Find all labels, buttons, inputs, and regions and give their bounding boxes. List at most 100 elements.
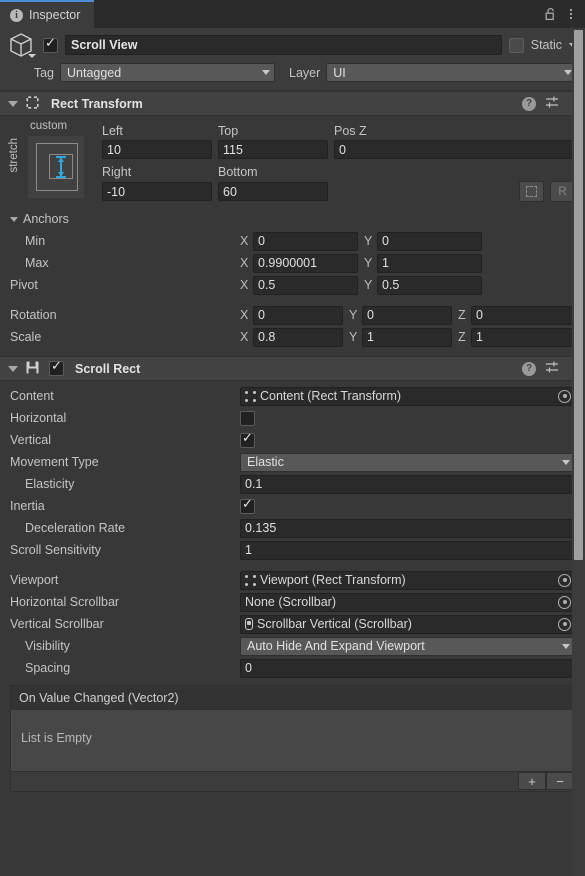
right-input[interactable]: -10 [102,182,212,201]
anchor-preset-widget[interactable]: custom stretch [6,120,102,204]
property-row-visibility: Visibility Auto Hide And Expand Viewport [0,635,585,657]
event-header[interactable]: On Value Changed (Vector2) [11,686,574,709]
axis-x-label: X [240,234,249,248]
rect-transform-title: Rect Transform [51,96,143,111]
inspector-scrollbar-thumb[interactable] [574,30,583,560]
dropdown-visibility[interactable]: Auto Hide And Expand Viewport [240,636,575,656]
add-listener-button[interactable]: + [518,772,546,790]
value-viewport: Viewport (Rect Transform) [260,573,406,587]
property-row-elasticity: Elasticity 0.1 [0,473,585,495]
object-picker-icon[interactable] [558,617,571,631]
preset-settings-icon[interactable] [545,95,560,112]
anchor-max-label: Max [25,256,49,270]
rect-transform-header[interactable]: Rect Transform ? [0,91,585,116]
input-scroll-sensitivity[interactable]: 1 [240,540,575,560]
tag-dropdown[interactable]: Untagged [60,63,275,82]
layer-dropdown[interactable]: UI [326,63,577,82]
foldout-icon[interactable] [8,365,18,372]
axis-z-label: Z [458,330,466,344]
rotation-y-input[interactable]: 0 [362,305,452,325]
axis-y-label: Y [349,330,358,344]
tag-value: Untagged [67,65,122,80]
help-icon[interactable]: ? [522,96,536,111]
object-field-vertical-scrollbar[interactable]: Scrollbar Vertical (Scrollbar) [240,614,575,634]
property-row-spacing: Spacing 0 [0,657,585,679]
tab-inspector[interactable]: i Inspector [0,0,95,28]
event-list[interactable]: List is Empty [11,709,574,771]
pivot-x-input[interactable]: 0.5 [253,275,358,295]
anchor-vertical-label: stretch [8,138,20,173]
inspector-scrollbar[interactable] [572,28,585,876]
object-picker-icon[interactable] [558,595,571,609]
anchor-max-x-input[interactable]: 0.9900001 [253,253,358,273]
anchors-foldout-row[interactable]: Anchors [0,208,585,230]
object-field-horizontal-scrollbar[interactable]: None (Scrollbar) [240,592,575,612]
value-deceleration-rate: 0.135 [245,521,277,535]
object-field-viewport[interactable]: Viewport (Rect Transform) [240,570,575,590]
scroll-rect-enabled-checkbox[interactable] [49,359,64,376]
blueprint-mode-button[interactable] [519,181,544,202]
axis-y-label: Y [349,308,358,322]
left-label: Left [102,124,123,138]
event-empty-label: List is Empty [21,731,92,745]
label-deceleration-rate: Deceleration Rate [25,521,126,535]
label-content: Content [10,389,54,403]
pivot-y-input[interactable]: 0.5 [377,275,482,295]
property-row-horizontal: Horizontal [0,407,585,429]
add-listener-label: + [528,773,536,789]
rotation-z-input[interactable]: 0 [471,305,575,325]
right-value: -10 [107,184,126,199]
scroll-rect-header[interactable]: Scroll Rect ? [0,356,585,381]
checkbox-horizontal[interactable] [240,410,255,426]
axis-y-label: Y [364,256,373,270]
object-picker-icon[interactable] [558,573,571,587]
scale-x-input[interactable]: 0.8 [253,327,343,347]
object-picker-icon[interactable] [558,389,571,403]
object-field-content[interactable]: Content (Rect Transform) [240,386,575,406]
kebab-menu-icon[interactable] [567,9,575,19]
gameobject-header: Scroll View Static Tag Untagged Layer UI [0,28,585,91]
checkbox-inertia[interactable] [240,497,255,514]
static-checkbox[interactable] [508,37,524,53]
foldout-icon[interactable] [8,100,18,107]
value-visibility: Auto Hide And Expand Viewport [247,639,425,653]
preset-settings-icon[interactable] [545,360,560,377]
property-row-scroll-sensitivity: Scroll Sensitivity 1 [0,539,585,561]
event-footer: + − [11,771,574,791]
dropdown-movement-type[interactable]: Elastic [240,452,575,472]
remove-listener-button[interactable]: − [546,772,574,790]
axis-x-label: X [240,278,249,292]
bottom-label: Bottom [218,165,258,179]
pivot-y-value: 0.5 [382,278,400,292]
top-input[interactable]: 115 [218,140,328,159]
anchor-horizontal-label: custom [30,120,68,132]
property-row-deceleration-rate: Deceleration Rate 0.135 [0,517,585,539]
checkbox-vertical[interactable] [240,431,255,448]
rect-transform-actions: ? [522,95,577,112]
chevron-down-icon [562,643,570,649]
gameobject-name-input[interactable]: Scroll View [65,35,502,55]
help-icon[interactable]: ? [522,361,536,376]
foldout-icon[interactable] [10,216,18,222]
scale-y-input[interactable]: 1 [362,327,452,347]
left-input[interactable]: 10 [102,140,212,159]
anchor-min-y-input[interactable]: 0 [377,231,482,251]
gameobject-enabled-checkbox[interactable] [43,36,58,53]
input-elasticity[interactable]: 0.1 [240,474,575,494]
bottom-input[interactable]: 60 [218,182,328,201]
label-viewport: Viewport [10,573,59,587]
tag-label: Tag [33,65,54,80]
posz-input[interactable]: 0 [334,140,575,159]
rotation-x-input[interactable]: 0 [253,305,343,325]
scale-z-input[interactable]: 1 [471,327,575,347]
scroll-rect-body: Content Content (Rect Transform) Horizonta… [0,381,585,796]
anchor-max-y-value: 1 [382,256,389,270]
layer-value: UI [333,65,346,80]
input-spacing[interactable]: 0 [240,658,575,678]
cube-icon[interactable] [8,30,36,60]
anchor-min-x-input[interactable]: 0 [253,231,358,251]
padlock-open-icon[interactable] [544,7,557,21]
label-horizontal: Horizontal [10,411,67,425]
anchor-max-y-input[interactable]: 1 [377,253,482,273]
input-deceleration-rate[interactable]: 0.135 [240,518,575,538]
